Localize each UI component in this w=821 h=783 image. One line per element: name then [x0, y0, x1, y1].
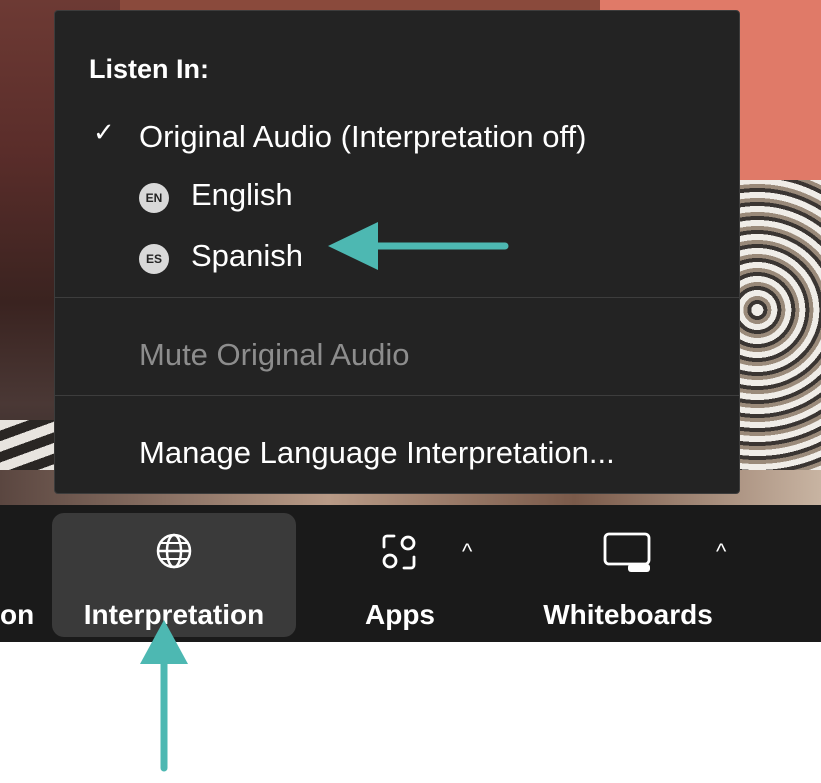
arrow-to-interpretation-icon	[140, 620, 188, 772]
menu-divider	[55, 297, 739, 298]
interpretation-label: Interpretation	[83, 599, 265, 630]
check-icon: ✓	[93, 117, 115, 147]
menu-item-manage-interpretation[interactable]: Manage Language Interpretation...	[55, 427, 739, 481]
menu-item-label: Original Audio (Interpretation off)	[139, 119, 587, 154]
whiteboards-label: Whiteboards	[543, 599, 713, 630]
menu-item-label: Mute Original Audio	[139, 337, 410, 372]
language-badge-icon: EN	[139, 183, 169, 213]
apps-caret-icon[interactable]: ^	[462, 539, 472, 565]
menu-divider	[55, 395, 739, 396]
apps-button[interactable]: Apps	[350, 513, 450, 637]
whiteboards-button[interactable]: Whiteboards	[532, 513, 724, 637]
menu-item-label: English	[191, 177, 293, 212]
video-right-pattern	[730, 180, 821, 505]
menu-item-english[interactable]: EN English	[55, 169, 739, 223]
globe-icon	[156, 533, 192, 569]
menu-heading: Listen In:	[89, 54, 209, 84]
menu-item-label: Spanish	[191, 238, 304, 273]
menu-item-mute-original-audio[interactable]: Mute Original Audio	[55, 329, 739, 383]
apps-icon	[382, 534, 416, 570]
whiteboards-caret-icon[interactable]: ^	[716, 539, 726, 565]
menu-item-spanish[interactable]: ES Spanish	[55, 230, 739, 284]
language-badge-icon: ES	[139, 244, 169, 274]
menu-item-label: Manage Language Interpretation...	[139, 435, 615, 470]
apps-label: Apps	[365, 599, 435, 630]
interpretation-button[interactable]: Interpretation	[52, 513, 296, 637]
interpretation-menu: Listen In: ✓ Original Audio (Interpretat…	[54, 10, 740, 494]
truncated-toolbar-label: on	[0, 599, 34, 630]
meeting-toolbar: on Interpretation Apps ^ Whiteboards ^	[0, 505, 821, 642]
menu-item-original-audio[interactable]: ✓ Original Audio (Interpretation off)	[55, 111, 739, 165]
whiteboard-icon	[603, 532, 651, 572]
